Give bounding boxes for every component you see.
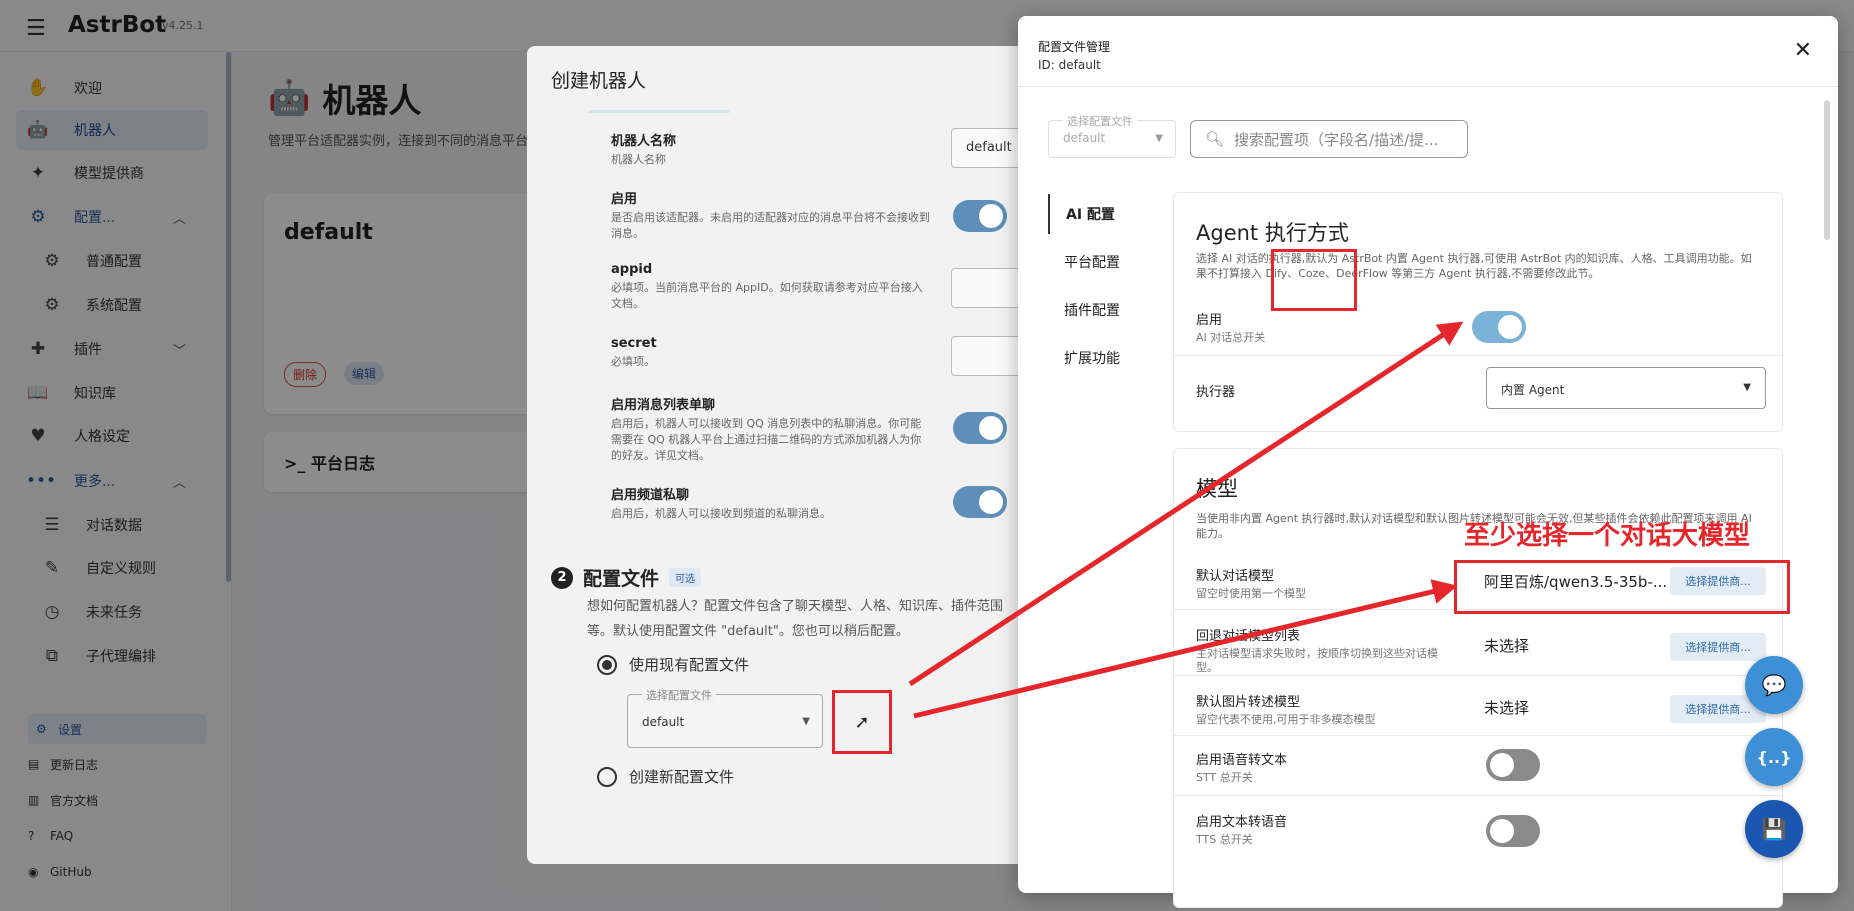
toggle-knob (979, 204, 1003, 228)
config-section-header: 2 配置文件 可选 (551, 564, 702, 591)
open-config-button[interactable]: ➚ (832, 690, 892, 754)
panel-config-select[interactable]: 选择配置文件 default ▼ (1048, 113, 1176, 158)
enable-toggle[interactable] (953, 200, 1007, 232)
panel-title: 配置文件管理 (1038, 40, 1111, 54)
row-label: 启用文本转语音 (1196, 815, 1288, 830)
row-sub: 主对话模型请求失败时，按顺序切换到这些对话模型。 (1196, 647, 1438, 674)
radio-button[interactable] (597, 654, 617, 675)
default-model-highlight-box (1454, 560, 1790, 614)
tab-extensions[interactable]: 扩展功能 (1048, 338, 1148, 378)
annotation-text: 至少选择一个对话大模型 (1464, 521, 1751, 551)
toggle-knob (1490, 819, 1514, 843)
select-legend: 选择配置文件 (1063, 113, 1137, 129)
close-icon[interactable]: ✕ (1794, 38, 1812, 63)
row-sub: AI 对话总开关 (1196, 331, 1266, 344)
field-hint: 必填项。当前消息平台的 AppID。如何获取请参考对应平台接入文档。 (611, 281, 923, 310)
fab-glyph: {..} (1756, 747, 1792, 767)
create-bot-dialog: 创建机器人 机器人名称 机器人名称 default 启用 是否启用该适配器。未启… (527, 46, 1047, 864)
field-label: 启用消息列表单聊 (611, 398, 716, 413)
dialog-title: 创建机器人 (551, 70, 647, 92)
field-hint: 是否启用该适配器。未启用的适配器对应的消息平台将不会接收到消息。 (611, 211, 930, 240)
caret-down-icon: ▼ (802, 716, 810, 727)
stt-toggle[interactable] (1486, 749, 1540, 781)
caret-down-icon: ▼ (1743, 382, 1751, 393)
field-hint: 机器人名称 (611, 153, 666, 166)
config-manager-panel: 配置文件管理 ID: default ✕ 选择配置文件 default ▼ 🔍︎… (1018, 16, 1838, 908)
optional-badge: 可选 (669, 568, 702, 587)
radio-new-config[interactable]: 创建新配置文件 (597, 766, 734, 787)
config-section-desc: 想如何配置机器人？配置文件包含了聊天模型、人格、知识库、插件范围等。默认使用配置… (587, 599, 1004, 639)
tts-toggle[interactable] (1486, 815, 1540, 847)
toggle-knob (1490, 753, 1514, 777)
radio-label: 使用现有配置文件 (629, 656, 750, 674)
enable-highlight-box (1271, 249, 1357, 311)
dialog-tab-indicator (589, 110, 729, 113)
model-row-stt: 启用语音转文本 STT 总开关 (1196, 749, 1756, 785)
row-label: 启用语音转文本 (1196, 753, 1288, 768)
fab-glyph: 💬 (1761, 673, 1787, 697)
row-sub: TTS 总开关 (1196, 833, 1253, 846)
panel-id: ID: default (1038, 58, 1101, 72)
guild-dm-toggle[interactable] (953, 486, 1007, 518)
search-icon: 🔍︎ (1205, 130, 1225, 148)
radio-existing-config[interactable]: 使用现有配置文件 (597, 654, 749, 675)
row-divider (1174, 795, 1784, 796)
row-divider (1174, 355, 1784, 356)
chat-icon[interactable]: 💬 (1745, 656, 1803, 714)
executor-select[interactable]: 内置 Agent ▼ (1486, 367, 1766, 409)
fallback-model-value: 未选择 (1484, 637, 1530, 655)
fab-glyph: 💾 (1761, 817, 1787, 841)
dialog-config-select[interactable]: 选择配置文件 default ▼ (627, 687, 823, 748)
panel-divider (1018, 86, 1838, 87)
search-input[interactable]: 🔍︎ 搜索配置项（字段名/描述/提... (1190, 120, 1468, 158)
braces-icon[interactable]: {..} (1745, 728, 1803, 786)
field-hint: 启用后，机器人可以接收到频道的私聊消息。 (611, 507, 831, 520)
model-row-tts: 启用文本转语音 TTS 总开关 (1196, 811, 1756, 847)
arrow-up-right-icon: ➚ (854, 711, 870, 733)
image-model-value: 未选择 (1484, 699, 1530, 717)
select-value: default (1063, 131, 1106, 145)
field-hint: 必填项。 (611, 355, 655, 368)
row-sub: 留空时使用第一个模型 (1196, 587, 1306, 600)
radio-label: 创建新配置文件 (629, 768, 735, 786)
step-number: 2 (551, 566, 573, 589)
agent-section-title: Agent 执行方式 (1196, 221, 1349, 245)
tab-platform-config[interactable]: 平台配置 (1048, 242, 1148, 282)
panel-scrollbar[interactable] (1824, 100, 1830, 240)
select-value: default (642, 715, 685, 729)
select-legend: 选择配置文件 (642, 687, 716, 703)
row-divider (1174, 675, 1784, 676)
caret-down-icon: ▼ (1155, 133, 1163, 144)
tab-ai-config[interactable]: AI 配置 (1048, 194, 1148, 234)
select-value: 内置 Agent (1501, 383, 1565, 397)
tab-plugin-config[interactable]: 插件配置 (1048, 290, 1148, 330)
field-hint: 启用后，机器人可以接收到 QQ 消息列表中的私聊消息。你可能需要在 QQ 机器人… (611, 417, 922, 462)
toggle-knob (979, 416, 1003, 440)
model-section-title: 模型 (1196, 477, 1238, 501)
row-divider (1174, 735, 1784, 736)
config-section-title: 配置文件 (583, 568, 660, 590)
search-placeholder: 搜索配置项（字段名/描述/提... (1234, 130, 1439, 149)
c2c-toggle[interactable] (953, 412, 1007, 444)
radio-button[interactable] (597, 766, 617, 787)
agent-section: Agent 执行方式 选择 AI 对话的执行器,默认为 AstrBot 内置 A… (1173, 192, 1784, 432)
toggle-knob (979, 490, 1003, 514)
select-provider-button[interactable]: 选择提供商... (1670, 633, 1766, 661)
row-sub: 留空代表不使用,可用于非多模态模型 (1196, 713, 1376, 726)
row-sub: STT 总开关 (1196, 771, 1253, 784)
agent-enable-toggle[interactable] (1472, 311, 1526, 343)
save-icon[interactable]: 💾 (1745, 800, 1803, 858)
toggle-knob (1498, 315, 1522, 339)
